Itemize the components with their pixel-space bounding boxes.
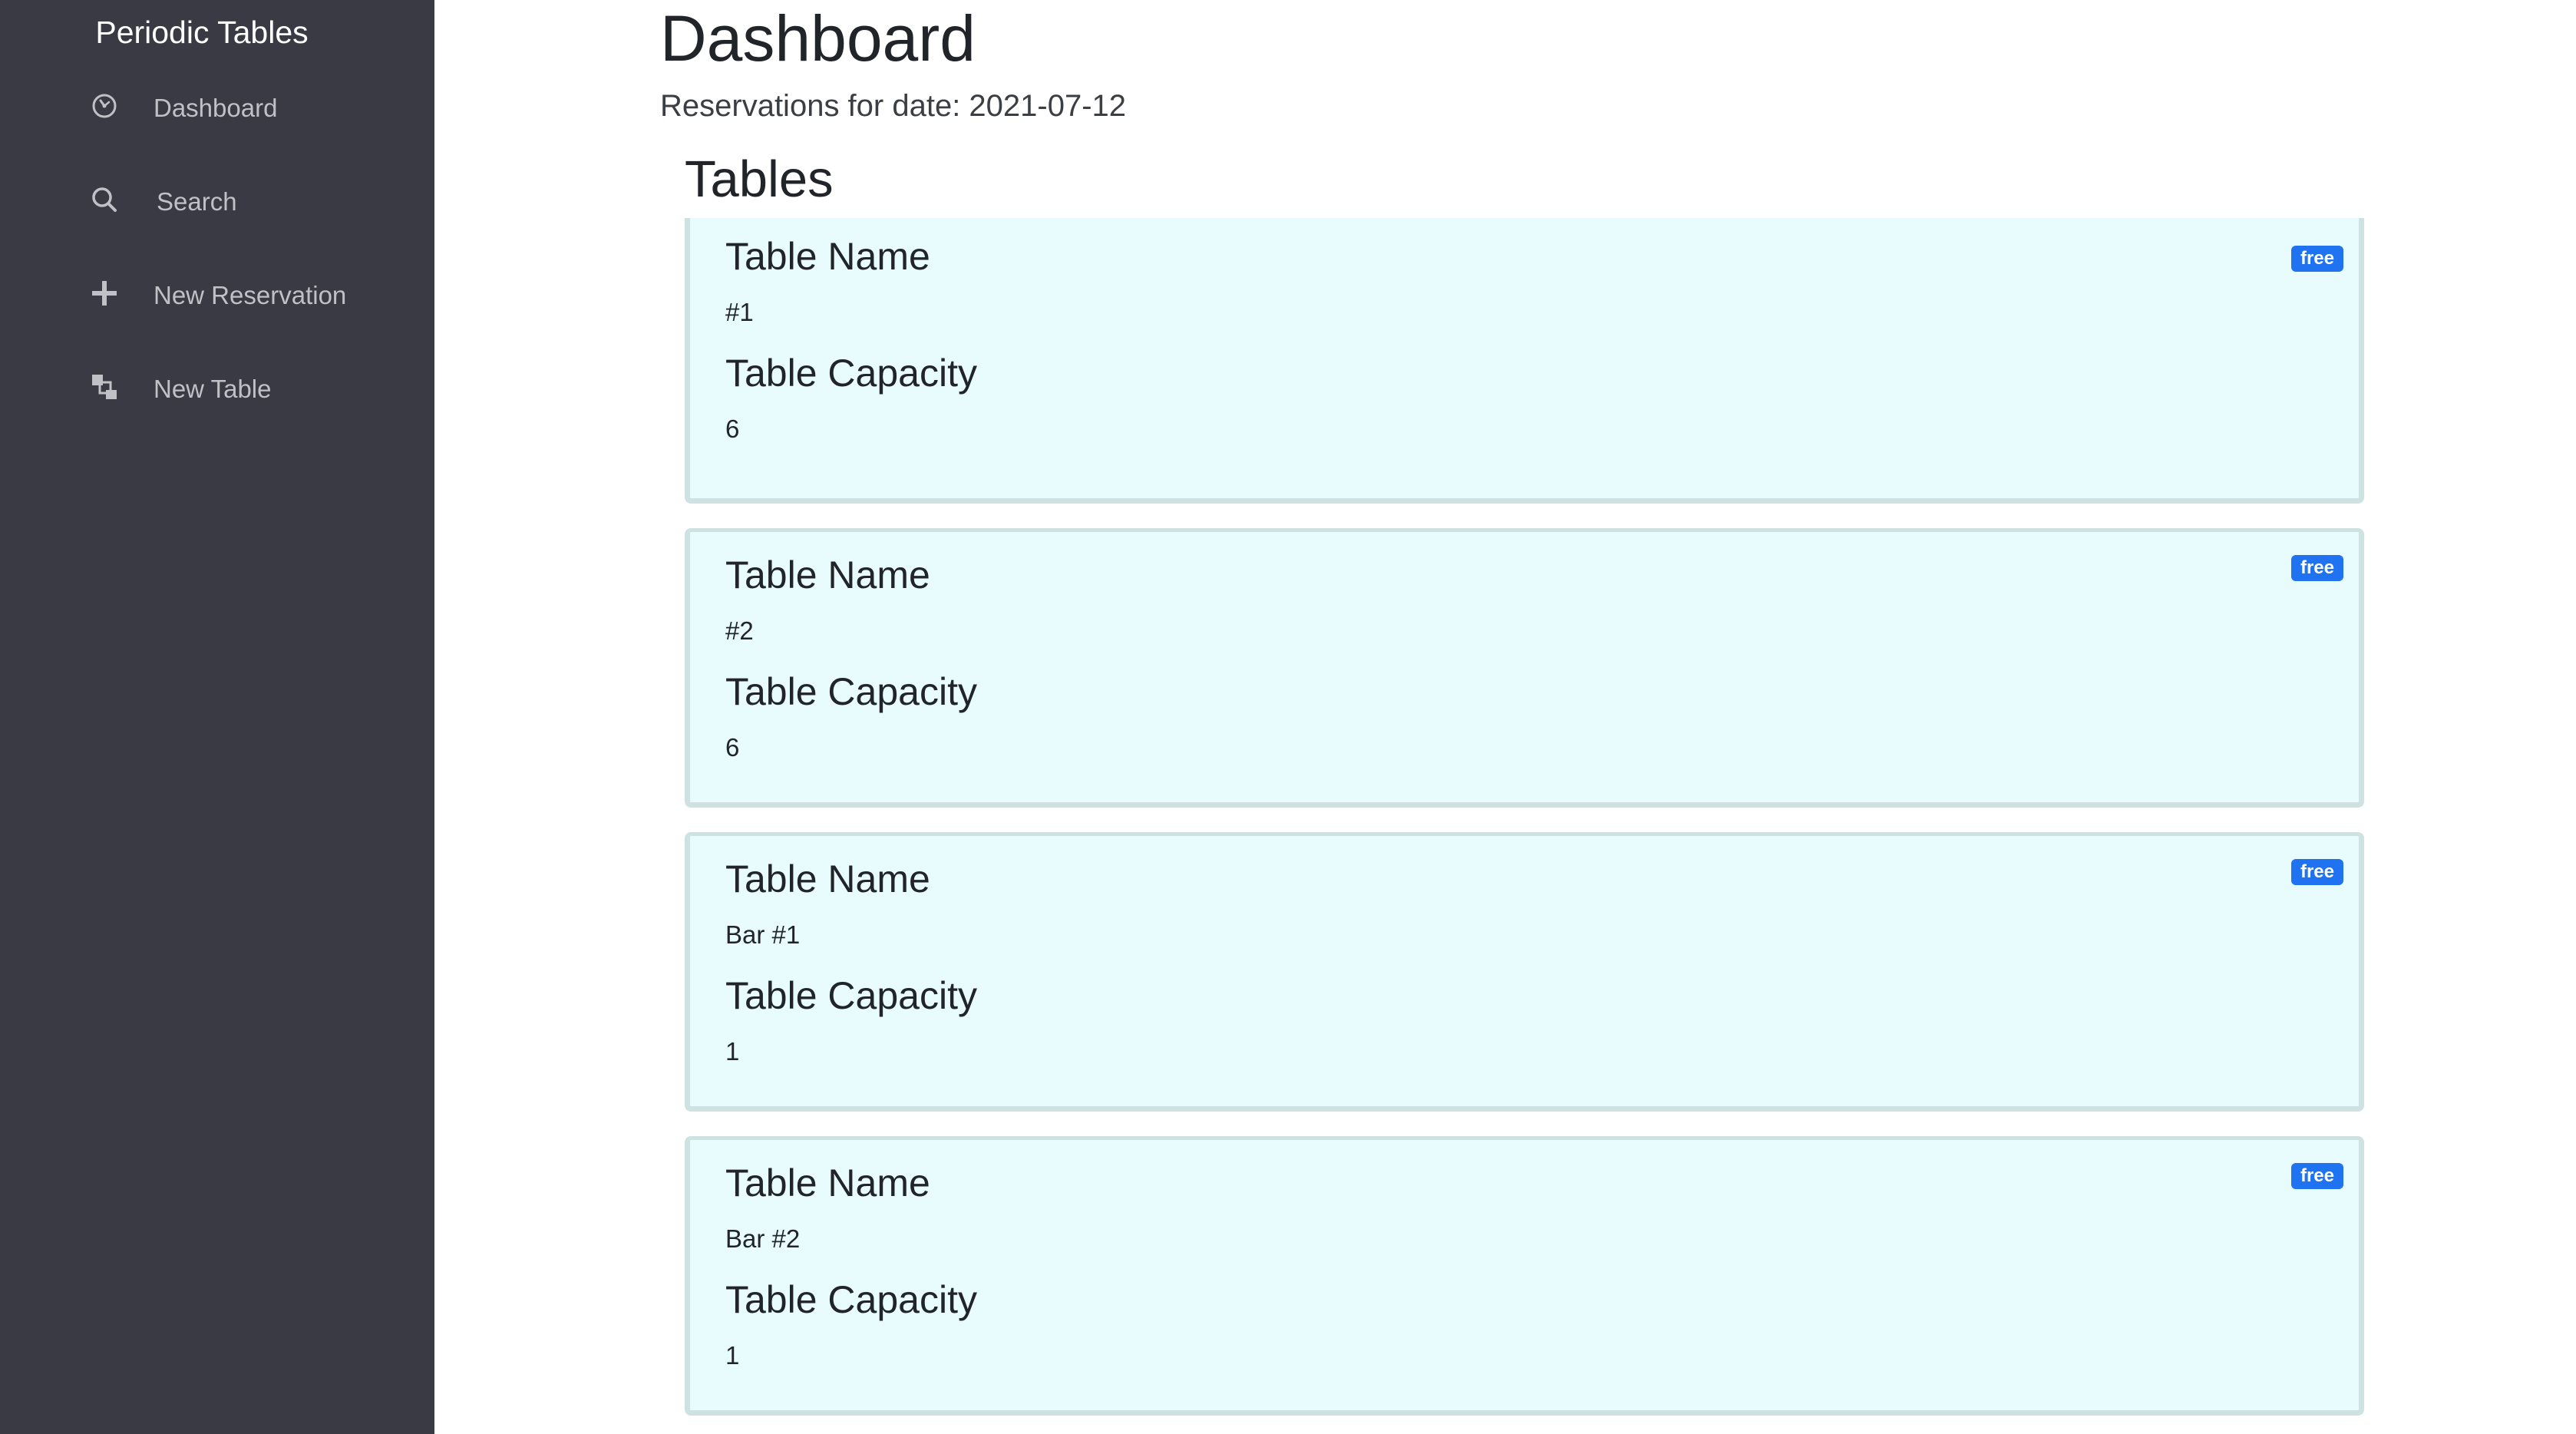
- table-name-heading: Table Name: [725, 553, 930, 596]
- table-name-value: #1: [725, 298, 754, 326]
- tables-list: free Table Name #1 Table Capacity 6 free…: [685, 218, 2364, 1434]
- table-card: free Table Name Bar #2 Table Capacity 1: [685, 1136, 2364, 1416]
- reservations-date-label: Reservations for date: 2021-07-12: [660, 89, 1127, 123]
- table-capacity-value: 1: [725, 1341, 740, 1370]
- sidebar-item-label: New Reservation: [154, 281, 347, 309]
- table-capacity-heading: Table Capacity: [725, 670, 977, 713]
- table-capacity-heading: Table Capacity: [725, 1278, 977, 1321]
- table-name-value: #2: [725, 616, 754, 645]
- sidebar-item-search[interactable]: Search: [84, 175, 422, 229]
- layers-icon: [89, 372, 120, 402]
- table-card: free Table Name #2 Table Capacity 6: [685, 528, 2364, 808]
- table-card: free Table Name #1 Table Capacity 6: [685, 218, 2364, 504]
- table-name-value: Bar #2: [725, 1224, 801, 1253]
- table-capacity-value: 1: [725, 1037, 740, 1066]
- tables-heading: Tables: [685, 150, 834, 208]
- table-capacity-heading: Table Capacity: [725, 974, 977, 1017]
- table-capacity-value: 6: [725, 415, 740, 443]
- table-name-heading: Table Name: [725, 1161, 930, 1204]
- table-card: free Table Name Bar #1 Table Capacity 1: [685, 832, 2364, 1112]
- plus-icon: [89, 278, 120, 309]
- table-capacity-value: 6: [725, 733, 740, 762]
- search-icon: [89, 184, 120, 215]
- dashboard-gauge-icon: [89, 91, 120, 121]
- table-capacity-heading: Table Capacity: [725, 352, 977, 395]
- sidebar-item-label: New Table: [154, 375, 272, 403]
- page-title: Dashboard: [660, 2, 976, 74]
- sidebar-item-label: Dashboard: [154, 94, 278, 122]
- brand-title[interactable]: Periodic Tables: [0, 11, 404, 54]
- sidebar-item-new-table[interactable]: New Table: [84, 362, 422, 416]
- sidebar-item-label: Search: [157, 187, 237, 216]
- table-name-heading: Table Name: [725, 857, 930, 900]
- table-name-heading: Table Name: [725, 235, 930, 278]
- app-root: Periodic Tables Dashboard Search New Res…: [0, 0, 2576, 1434]
- sidebar-item-new-reservation[interactable]: New Reservation: [84, 269, 422, 322]
- sidebar: Periodic Tables Dashboard Search New Res…: [0, 0, 434, 1434]
- sidebar-item-dashboard[interactable]: Dashboard: [84, 81, 422, 135]
- table-name-value: Bar #1: [725, 920, 801, 949]
- main-content: Dashboard Reservations for date: 2021-07…: [434, 0, 2576, 1434]
